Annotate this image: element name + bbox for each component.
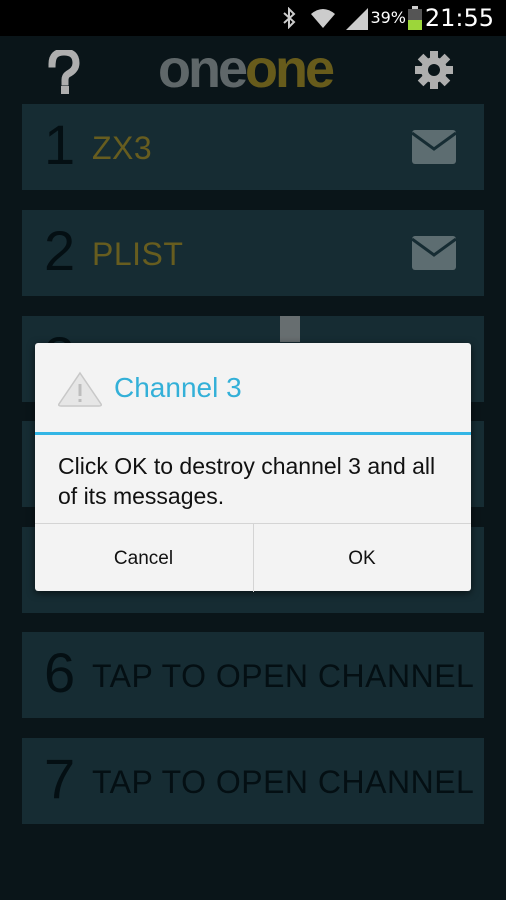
dialog-message: Click OK to destroy channel 3 and all of… <box>58 453 436 509</box>
dialog-button-bar: Cancel OK <box>35 523 471 592</box>
battery-percent: 39% <box>370 8 406 27</box>
confirm-dialog: Channel 3 Click OK to destroy channel 3 … <box>35 343 471 592</box>
signal-icon <box>346 8 368 30</box>
dialog-title: Channel 3 <box>114 372 242 403</box>
dialog-divider <box>35 432 471 435</box>
wifi-icon <box>311 9 335 28</box>
warning-icon <box>58 371 102 407</box>
ok-button[interactable]: OK <box>253 524 470 592</box>
clock: 21:55 <box>424 4 494 32</box>
cancel-button[interactable]: Cancel <box>35 524 252 592</box>
status-bar: 39% 21:55 <box>0 0 506 36</box>
dialog-header: Channel 3 <box>35 343 471 433</box>
battery-icon <box>408 6 422 30</box>
bluetooth-icon <box>283 7 296 29</box>
